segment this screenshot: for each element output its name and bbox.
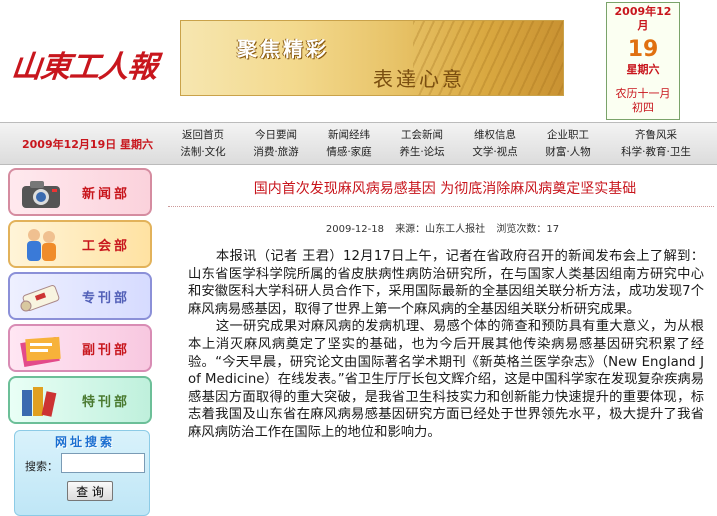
date-year-month: 2009年12月 xyxy=(614,5,672,32)
date-day: 19 xyxy=(627,37,659,62)
magazine-icon xyxy=(20,336,61,367)
nav-link-consumer-travel[interactable]: 消费·旅游 xyxy=(241,144,311,161)
search-panel-title: 网址搜索 xyxy=(55,435,116,449)
sidebar-item-supplement[interactable]: 副刊部 xyxy=(8,324,152,372)
date-lunar: 农历十一月初四 xyxy=(615,87,671,114)
nav-date: 2009年12月19日 星期六 xyxy=(22,138,154,151)
banner-line-2: 表達心意 xyxy=(373,67,465,91)
sidebar-item-special[interactable]: 专刊部 xyxy=(8,272,152,320)
article-title: 国内首次发现麻风病易感基因 为彻底消除麻风病奠定坚实基础 xyxy=(253,181,637,197)
nav-column-4: 工会新闻 养生·论坛 xyxy=(387,127,457,161)
nav-column-6: 企业职工 财富·人物 xyxy=(533,127,603,161)
sidebar: 新闻部 工会部 专刊部 副刊部 特刊部 网址搜索 搜索： 查 询 xyxy=(8,168,154,516)
article-meta: 2009-12-18 来源：山东工人报社 浏览次数：17 xyxy=(168,220,717,235)
article-date: 2009-12-18 xyxy=(325,224,384,235)
nav-link-wealth-people[interactable]: 财富·人物 xyxy=(533,144,603,161)
nav-link-rights[interactable]: 维权信息 xyxy=(460,127,530,144)
header-banner[interactable]: 聚焦精彩 表達心意 xyxy=(180,20,564,96)
date-weekday: 星期六 xyxy=(626,63,660,76)
banner-line-1: 聚焦精彩 xyxy=(237,37,329,61)
main-nav: 2009年12月19日 星期六 返回首页 法制·文化 今日要闻 消费·旅游 新闻… xyxy=(0,122,717,165)
nav-link-law-culture[interactable]: 法制·文化 xyxy=(168,144,238,161)
date-box: 2009年12月 19 星期六 农历十一月初四 xyxy=(606,2,680,120)
title-divider xyxy=(168,206,714,207)
site-search-panel: 网址搜索 搜索： 查 询 xyxy=(14,430,150,516)
nav-column-1: 返回首页 法制·文化 xyxy=(168,127,238,161)
scroll-icon xyxy=(20,285,60,312)
nav-column-3: 新闻经纬 情感·家庭 xyxy=(314,127,384,161)
nav-link-union-news[interactable]: 工会新闻 xyxy=(387,127,457,144)
nav-column-7: 齐鲁风采 科学·教育·卫生 xyxy=(606,127,706,161)
sidebar-item-news[interactable]: 新闻部 xyxy=(8,168,152,216)
article-body: 本报讯（记者 王君）12月17日上午，记者在省政府召开的新闻发布会上了解到：山东… xyxy=(188,248,704,442)
nav-link-enterprise[interactable]: 企业职工 xyxy=(533,127,603,144)
article-paragraph: 本报讯（记者 王君）12月17日上午，记者在省政府召开的新闻发布会上了解到：山东… xyxy=(188,249,704,317)
sidebar-item-label: 特刊部 xyxy=(82,395,131,410)
sidebar-item-label: 副刊部 xyxy=(82,343,131,358)
people-icon xyxy=(27,229,56,261)
nav-link-science-edu[interactable]: 科学·教育·卫生 xyxy=(606,144,706,161)
article-views: 浏览次数：17 xyxy=(496,224,560,235)
sidebar-item-label: 工会部 xyxy=(82,239,131,254)
books-icon xyxy=(22,387,57,417)
article-paragraph: 这一研究成果对麻风病的发病机理、易感个体的筛查和预防具有重大意义，为从根本上消灭… xyxy=(188,319,704,440)
sidebar-item-label: 新闻部 xyxy=(82,187,131,202)
nav-column-5: 维权信息 文学·视点 xyxy=(460,127,530,161)
article: 国内首次发现麻风病易感基因 为彻底消除麻风病奠定坚实基础 2009-12-18 … xyxy=(168,168,717,516)
sidebar-item-feature[interactable]: 特刊部 xyxy=(8,376,152,424)
search-label: 搜索： xyxy=(25,460,58,473)
nav-link-news-review[interactable]: 新闻经纬 xyxy=(314,127,384,144)
article-source: 来源：山东工人报社 xyxy=(395,224,486,235)
sidebar-item-union[interactable]: 工会部 xyxy=(8,220,152,268)
newspaper-logo[interactable]: 山東工人報 xyxy=(10,42,160,86)
search-button[interactable]: 查 询 xyxy=(67,481,113,501)
nav-link-qilu[interactable]: 齐鲁风采 xyxy=(606,127,706,144)
nav-link-headlines[interactable]: 今日要闻 xyxy=(241,127,311,144)
page-header: 山東工人報 聚焦精彩 表達心意 2009年12月 19 星期六 农历十一月初四 xyxy=(0,0,717,122)
nav-link-emotion-family[interactable]: 情感·家庭 xyxy=(314,144,384,161)
nav-column-2: 今日要闻 消费·旅游 xyxy=(241,127,311,161)
nav-link-home[interactable]: 返回首页 xyxy=(168,127,238,144)
search-input[interactable] xyxy=(61,453,145,473)
camera-icon xyxy=(22,181,60,208)
nav-link-health-forum[interactable]: 养生·论坛 xyxy=(387,144,457,161)
sidebar-item-label: 专刊部 xyxy=(82,291,131,306)
nav-link-literature[interactable]: 文学·视点 xyxy=(460,144,530,161)
